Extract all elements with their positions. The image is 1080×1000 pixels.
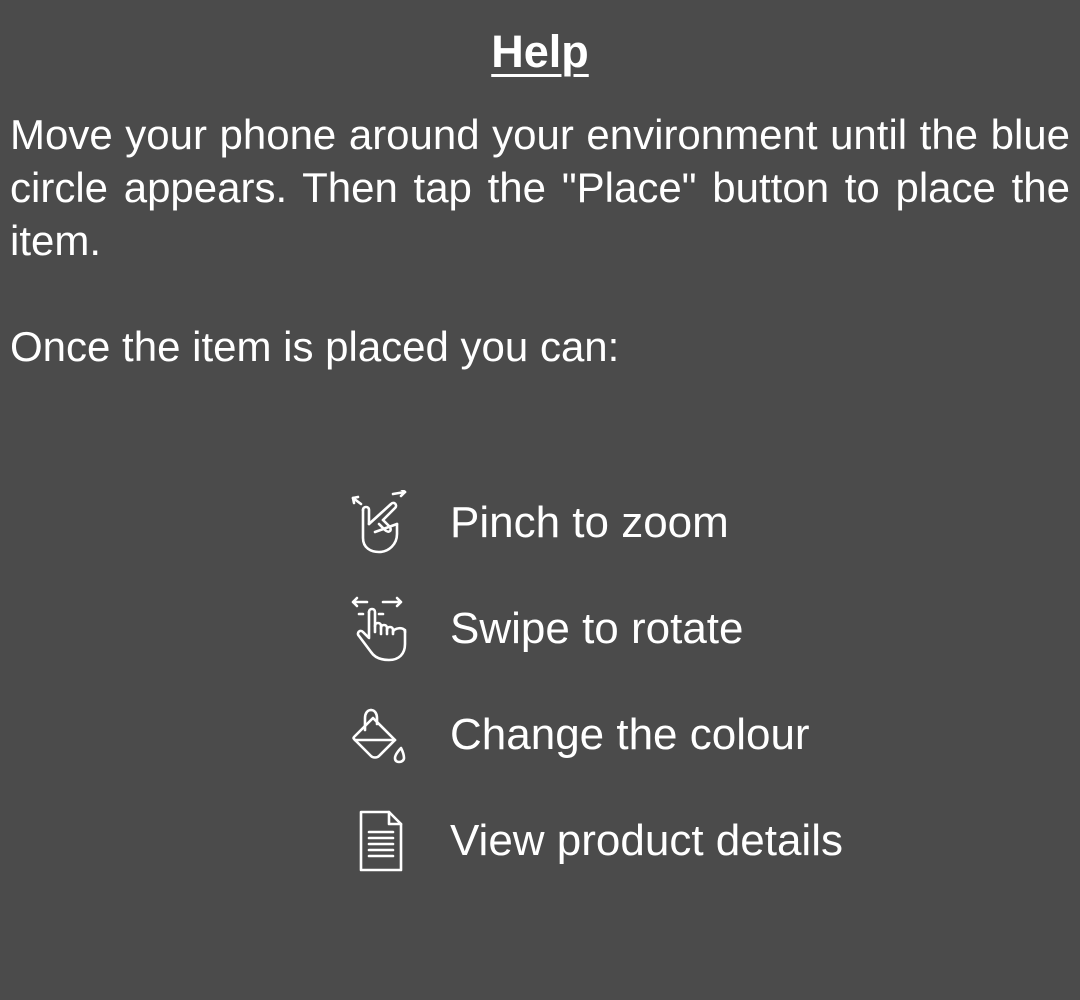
feature-label: View product details <box>450 816 843 865</box>
help-title: Help <box>491 26 589 77</box>
feature-product-details: View product details <box>345 788 1045 894</box>
help-intro-text: Move your phone around your environment … <box>10 111 1070 264</box>
help-panel: Help Move your phone around your environ… <box>0 0 1080 1000</box>
paint-bucket-icon <box>345 700 415 770</box>
feature-label: Pinch to zoom <box>450 498 729 547</box>
swipe-rotate-icon <box>345 594 415 664</box>
feature-change-colour: Change the colour <box>345 682 1045 788</box>
document-icon <box>345 806 415 876</box>
feature-list: Pinch to zoom Swipe to rotate Change the… <box>345 470 1045 894</box>
feature-swipe-rotate: Swipe to rotate <box>345 576 1045 682</box>
feature-label: Swipe to rotate <box>450 604 744 653</box>
feature-label: Change the colour <box>450 710 810 759</box>
feature-pinch-zoom: Pinch to zoom <box>345 470 1045 576</box>
pinch-zoom-icon <box>345 488 415 558</box>
help-subintro-text: Once the item is placed you can: <box>10 323 620 370</box>
